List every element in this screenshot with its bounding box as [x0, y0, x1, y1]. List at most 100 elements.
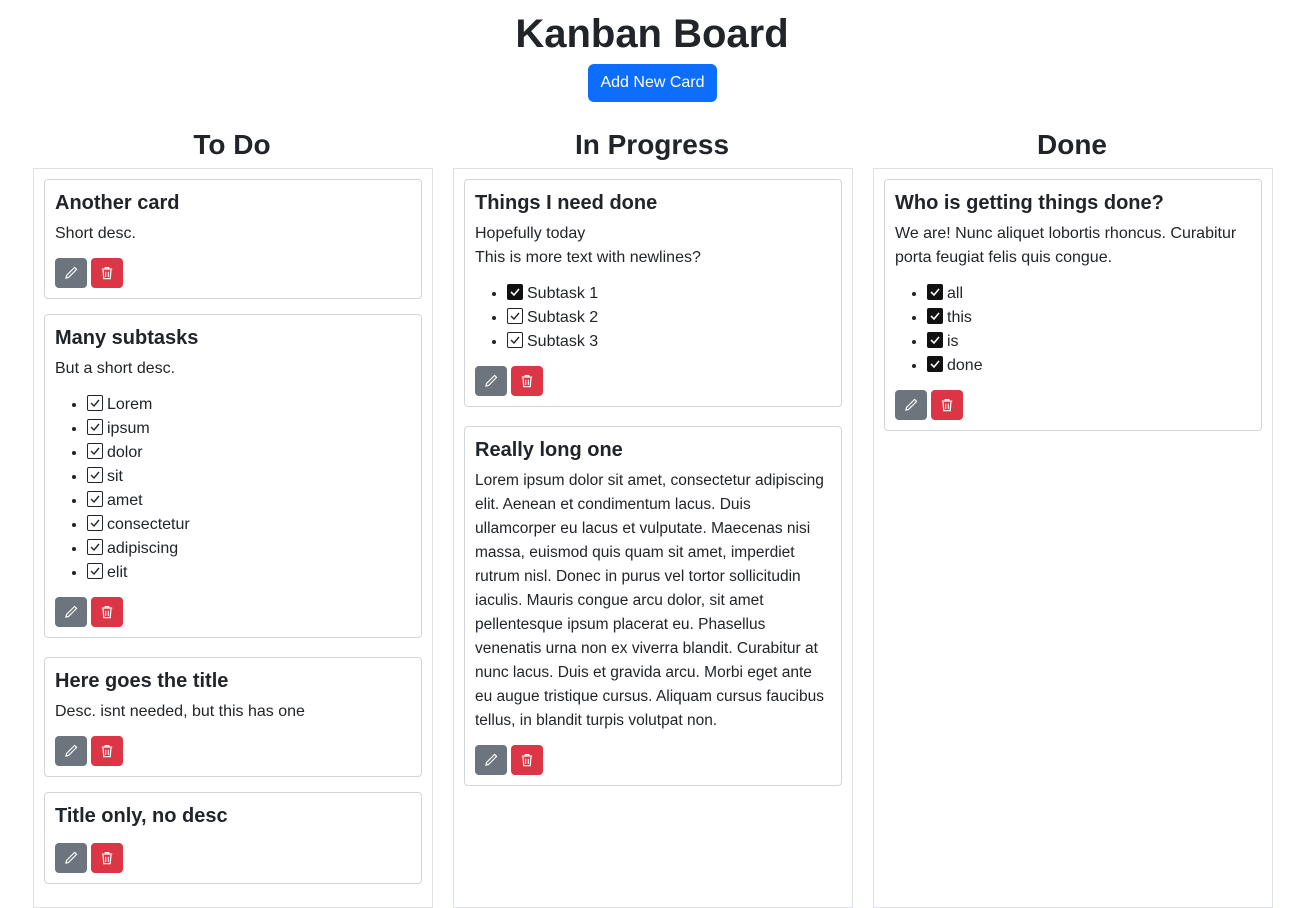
- check-icon: [90, 495, 100, 504]
- delete-card-button[interactable]: [511, 745, 543, 775]
- delete-card-button[interactable]: [511, 366, 543, 396]
- checkbox[interactable]: [87, 419, 103, 435]
- subtask-item: all: [927, 282, 1251, 306]
- subtask-label: all: [947, 285, 964, 302]
- card-title: Things I need done: [475, 192, 658, 214]
- check-icon: [510, 312, 520, 321]
- subtask-label: is: [947, 333, 959, 350]
- edit-card-button[interactable]: [55, 843, 87, 873]
- pencil-icon: [65, 266, 78, 279]
- checkbox[interactable]: [87, 491, 103, 507]
- card: Who is getting things done? We are! Nunc…: [884, 179, 1262, 431]
- checkbox[interactable]: [507, 308, 523, 324]
- pencil-icon: [65, 605, 78, 618]
- trash-icon: [101, 851, 113, 865]
- subtask-label: Subtask 3: [527, 333, 599, 350]
- checkbox[interactable]: [87, 539, 103, 555]
- subtask-item: this: [927, 306, 1251, 330]
- edit-card-button[interactable]: [55, 736, 87, 766]
- subtask-label: done: [947, 357, 983, 374]
- column-title-done: Done: [1037, 129, 1107, 160]
- column-title-in-progress: In Progress: [574, 129, 730, 160]
- subtask-label: ipsum: [107, 420, 150, 437]
- card-title: Many subtasks: [55, 327, 199, 349]
- check-icon: [930, 360, 940, 369]
- checkbox[interactable]: [87, 443, 103, 459]
- check-icon: [510, 288, 520, 297]
- card-description: We are! Nunc aliquet lobortis rhoncus. C…: [895, 225, 1237, 266]
- check-icon: [90, 423, 100, 432]
- card-description: Short desc.: [55, 225, 136, 242]
- delete-card-button[interactable]: [91, 258, 123, 288]
- subtask-label: elit: [107, 564, 128, 581]
- check-icon: [930, 288, 940, 297]
- checkbox[interactable]: [507, 284, 523, 300]
- card: Title only, no desc: [44, 792, 422, 884]
- card-title: Really long one: [475, 439, 623, 461]
- card: Things I need done Hopefully today This …: [464, 179, 842, 407]
- card-title: Here goes the title: [55, 670, 229, 692]
- card-description: Desc. isnt needed, but this has one: [55, 703, 305, 720]
- check-icon: [90, 471, 100, 480]
- subtask-item: Subtask 3: [507, 330, 831, 354]
- card: Here goes the title Desc. isnt needed, b…: [44, 657, 422, 777]
- checkbox[interactable]: [927, 332, 943, 348]
- subtask-label: Lorem: [107, 396, 153, 413]
- subtask-item: adipiscing: [87, 537, 411, 561]
- subtask-item: ipsum: [87, 417, 411, 441]
- check-icon: [930, 336, 940, 345]
- card-title: Another card: [55, 192, 180, 214]
- card-title: Who is getting things done?: [895, 192, 1164, 214]
- edit-card-button[interactable]: [55, 258, 87, 288]
- pencil-icon: [905, 398, 918, 411]
- subtask-item: Subtask 2: [507, 306, 831, 330]
- delete-card-button[interactable]: [91, 843, 123, 873]
- delete-card-button[interactable]: [931, 390, 963, 420]
- subtask-label: amet: [107, 492, 143, 509]
- checkbox[interactable]: [87, 467, 103, 483]
- edit-card-button[interactable]: [475, 745, 507, 775]
- subtask-label: this: [947, 309, 972, 326]
- edit-card-button[interactable]: [895, 390, 927, 420]
- checkbox[interactable]: [507, 332, 523, 348]
- pencil-icon: [485, 374, 498, 387]
- subtask-item: Subtask 1: [507, 282, 831, 306]
- check-icon: [930, 312, 940, 321]
- checkbox[interactable]: [87, 395, 103, 411]
- add-new-card-button[interactable]: Add New Card: [588, 64, 717, 102]
- column-in-progress: Things I need done Hopefully today This …: [453, 168, 853, 908]
- subtask-label: Subtask 1: [527, 285, 599, 302]
- pencil-icon: [65, 851, 78, 864]
- subtask-label: dolor: [107, 444, 143, 461]
- checkbox[interactable]: [927, 308, 943, 324]
- subtask-list: Lorem ipsum dolor sit amet consectetur a…: [55, 393, 411, 585]
- subtask-list: all this is done: [895, 282, 1251, 378]
- card: Another card Short desc.: [44, 179, 422, 299]
- pencil-icon: [65, 744, 78, 757]
- trash-icon: [941, 398, 953, 412]
- trash-icon: [521, 753, 533, 767]
- page-title: Kanban Board: [515, 12, 789, 56]
- delete-card-button[interactable]: [91, 597, 123, 627]
- subtask-item: consectetur: [87, 513, 411, 537]
- subtask-item: sit: [87, 465, 411, 489]
- check-icon: [90, 447, 100, 456]
- pencil-icon: [485, 753, 498, 766]
- checkbox[interactable]: [927, 356, 943, 372]
- delete-card-button[interactable]: [91, 736, 123, 766]
- card-title: Title only, no desc: [55, 805, 228, 827]
- subtask-label: sit: [107, 468, 123, 485]
- subtask-list: Subtask 1 Subtask 2 Subtask 3: [475, 282, 831, 354]
- check-icon: [90, 399, 100, 408]
- checkbox[interactable]: [87, 515, 103, 531]
- edit-card-button[interactable]: [475, 366, 507, 396]
- checkbox[interactable]: [927, 284, 943, 300]
- trash-icon: [521, 374, 533, 388]
- check-icon: [90, 567, 100, 576]
- edit-card-button[interactable]: [55, 597, 87, 627]
- checkbox[interactable]: [87, 563, 103, 579]
- subtask-item: Lorem: [87, 393, 411, 417]
- check-icon: [90, 543, 100, 552]
- card-description: Lorem ipsum dolor sit amet, consectetur …: [475, 472, 824, 729]
- subtask-item: done: [927, 354, 1251, 378]
